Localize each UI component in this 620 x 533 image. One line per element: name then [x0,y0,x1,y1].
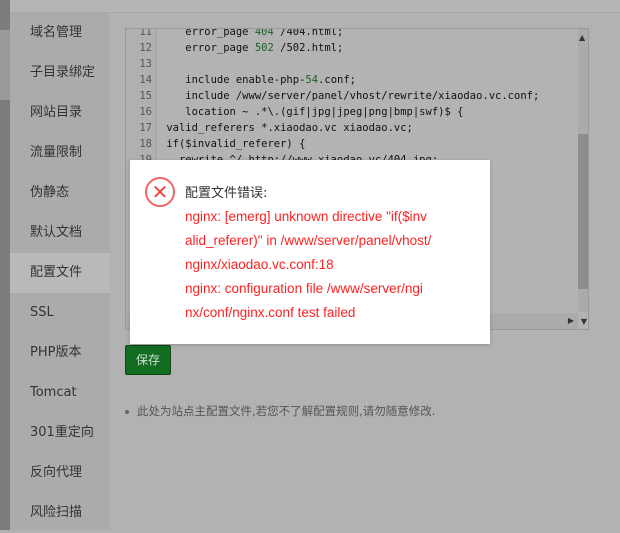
error-message-line: nginx: configuration file /www/server/ng… [185,281,423,296]
dialog-header [10,0,620,13]
sidebar-item[interactable]: 流量限制 [10,133,110,173]
vertical-scrollbar[interactable]: ▲ [578,29,588,312]
sidebar: 域名管理 子目录绑定 网站目录 流量限制 伪静态 默认文档 配置文件 SSL PHP版本 Tomc… [10,13,110,530]
code-token: /502.html; [273,42,344,54]
line-number: 16 [139,106,152,118]
code-token: error_page [160,28,255,38]
sidebar-item[interactable]: SSL [10,293,110,333]
code-line: error_page 502 /502.html; [160,40,343,56]
scroll-up-icon[interactable]: ▲ [579,33,585,42]
error-title: 配置文件错误: [185,186,268,201]
config-note: 此处为站点主配置文件,若您不了解配置规则,请勿随意修改. [125,403,435,419]
save-button[interactable]: 保存 [125,345,171,375]
code-line: location ~ .*\.(gif|jpg|jpeg|png|bmp|swf… [160,104,463,120]
code-token: if($invalid_referer) { [160,138,306,150]
code-line: valid_referers *.xiaodao.vc xiaodao.vc; [160,120,413,136]
sidebar-item[interactable]: 反向代理 [10,453,110,493]
code-line: include enable-php-54.conf; [160,72,356,88]
sidebar-item[interactable]: 默认文档 [10,213,110,253]
code-line: include /www/server/panel/vhost/rewrite/… [160,88,539,104]
line-number: 13 [139,58,152,70]
line-number: 12 [139,42,152,54]
code-line: if($invalid_referer) { [160,136,305,152]
code-token: /404.html; [273,28,344,38]
backdrop-strip [0,0,10,530]
note-text: 此处为站点主配置文件,若您不了解配置规则,请勿随意修改. [137,404,436,418]
error-dialog: ✕ 配置文件错误: nginx: [emerg] unknown directi… [130,160,490,344]
sidebar-item[interactable]: 风险扫描 [10,493,110,533]
sidebar-item[interactable]: PHP版本 [10,333,110,373]
code-token: include enable-php- [160,74,306,86]
error-message-line: nginx/xiaodao.vc.conf:18 [185,257,334,272]
error-message-line: nx/conf/nginx.conf test failed [185,305,356,320]
sidebar-item[interactable]: 子目录绑定 [10,53,110,93]
line-number: 15 [139,90,152,102]
code-token: .conf; [318,74,356,86]
code-token: 502 [254,42,274,54]
line-number: 17 [139,122,152,134]
code-token: 404 [254,28,274,38]
code-token: valid_referers *.xiaodao.vc xiaodao.vc; [160,122,413,134]
code-token: error_page [160,42,255,54]
line-number: 14 [139,74,152,86]
sidebar-item[interactable]: 域名管理 [10,13,110,53]
scroll-down-icon[interactable]: ▼ [581,317,587,326]
error-message-line: nginx: [emerg] unknown directive "if($in… [185,209,427,224]
sidebar-item[interactable]: 配置文件 [10,253,110,293]
error-message-line: alid_referer)" in /www/server/panel/vhos… [185,233,432,248]
scroll-right-icon[interactable]: ▶ [568,316,574,325]
sidebar-item[interactable]: 301重定向 [10,413,110,453]
sidebar-item[interactable]: 网站目录 [10,93,110,133]
code-token: 54 [305,74,319,86]
error-circle-x-icon: ✕ [145,177,175,207]
sidebar-item[interactable]: Tomcat [10,373,110,413]
line-number: 11 [139,28,152,38]
sidebar-item[interactable]: 伪静态 [10,173,110,213]
code-token: location ~ .*\.(gif|jpg|jpeg|png|bmp|swf… [160,106,464,118]
error-message: nginx: [emerg] unknown directive "if($in… [185,205,485,325]
line-number: 18 [139,138,152,150]
code-line: error_page 404 /404.html; [160,28,344,40]
code-token: include /www/server/panel/vhost/rewrite/… [160,90,540,102]
scrollbar-thumb[interactable] [578,134,588,289]
